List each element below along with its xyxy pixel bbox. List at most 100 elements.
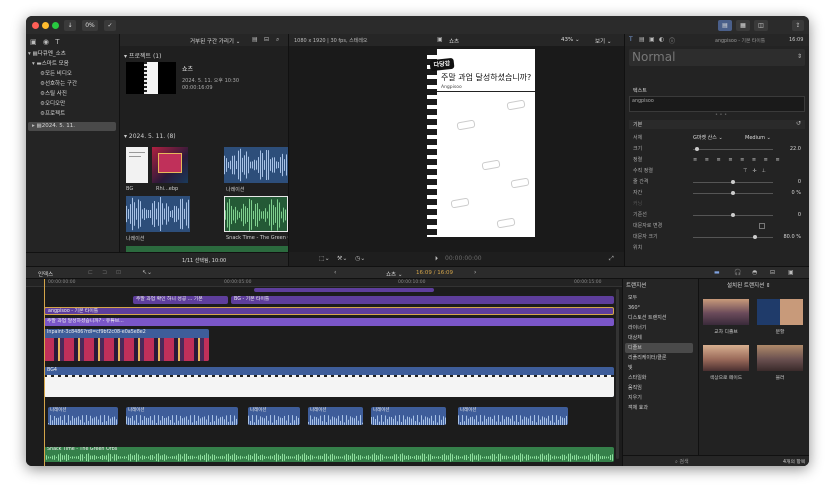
clip-thumbnail-narration[interactable] — [224, 147, 288, 183]
vertical-align-buttons[interactable]: ⊤✛⊥ — [743, 166, 771, 176]
title-clip-a[interactable]: 주말 과업 확인 하니 성공 ... 기본 — [133, 296, 228, 304]
tracking-value[interactable]: 0 % — [791, 188, 801, 198]
transition-category-item[interactable]: 지우기 — [625, 393, 693, 403]
music-clip[interactable]: Snack Time - The Green Orbs — [44, 447, 614, 462]
transition-thumb-fade-to-color[interactable] — [703, 345, 749, 371]
titles-icon[interactable]: T — [55, 38, 59, 46]
transition-category-item[interactable]: 스타일화 — [625, 373, 693, 383]
viewer-canvas[interactable]: 다당강 주말 과업 달성하셨습니까? Angpisoo — [427, 49, 535, 237]
baseline-knob[interactable] — [731, 213, 735, 217]
transition-category-item[interactable]: 모두 — [625, 293, 693, 303]
color-inspector-icon[interactable]: ◐ — [659, 36, 664, 43]
transition-thumb-blur[interactable] — [757, 345, 803, 371]
timeline-scrollbar[interactable] — [616, 289, 619, 459]
align-buttons[interactable]: ≡ ≡ ≡ ≡ ≡ ≡ ≡ ≡ — [693, 155, 783, 165]
sidebar-item-stills[interactable]: ⚙스틸 사진 — [40, 90, 130, 99]
settings-icon[interactable]: ⊟ — [264, 36, 269, 43]
reset-icon[interactable]: ↺ — [796, 120, 801, 127]
narration-audio-clip[interactable]: 나레이션 — [126, 407, 238, 425]
allcaps-size-knob[interactable] — [753, 235, 757, 239]
inspector-layout-icon[interactable]: ◫ — [754, 20, 768, 31]
solo-icon[interactable]: ◓ — [752, 269, 757, 276]
video-inspector-icon[interactable]: ▣ — [649, 36, 655, 43]
index-button[interactable]: 인덱스 — [38, 270, 53, 278]
line-spacing-value[interactable]: 0 — [798, 177, 801, 187]
transition-category-item[interactable]: 라이너기 — [625, 323, 693, 333]
sidebar-item-projects[interactable]: ⚙프로젝트 — [40, 110, 130, 119]
narration-audio-clip[interactable]: 나레이션 — [248, 407, 300, 425]
timeline-ruler[interactable]: 00:00:00:00 00:00:05:00 00:00:10:00 00:0… — [26, 279, 622, 287]
transition-category-item[interactable]: 움직임 — [625, 383, 693, 393]
search-icon[interactable]: ⌕ — [276, 36, 279, 44]
text-inspector-icon[interactable]: ▤ — [639, 36, 645, 43]
minimize-window-button[interactable] — [42, 22, 49, 29]
transition-category-item[interactable]: 디졸브 — [625, 343, 693, 353]
library-layout-icon[interactable]: ▤ — [718, 20, 732, 31]
headline-title-clip[interactable]: 주말 과업 달성하셨습니까? - 유튜브... — [44, 318, 614, 326]
transition-category-item[interactable]: 디스토션 트랜지션 — [625, 313, 693, 323]
more-dots[interactable]: • • • — [715, 112, 727, 118]
title-clip-top[interactable] — [254, 288, 434, 292]
installed-dropdown[interactable]: 설치된 트랜지션 ⇕ — [727, 281, 771, 289]
transitions-search[interactable]: ⌕ 검색 — [675, 458, 689, 465]
speed-icon[interactable]: ◷⌄ — [355, 255, 365, 262]
allcaps-size-slider[interactable] — [693, 237, 773, 238]
allcaps-size-value[interactable]: 80.0 % — [784, 232, 802, 242]
enhance-icon[interactable]: ⚒⌄ — [337, 255, 347, 262]
snapping-icon[interactable]: ⊟ — [770, 269, 775, 276]
skimming-icon[interactable]: ▬ — [714, 269, 720, 276]
insert-clip-icon[interactable]: ⊐ — [102, 269, 107, 276]
library-icon[interactable]: ▣ — [30, 38, 37, 46]
share-icon[interactable]: ⇪ — [792, 20, 804, 31]
transition-category-item[interactable]: 객체 효과 — [625, 403, 693, 413]
baseline-value[interactable]: 0 — [798, 210, 801, 220]
clip-thumbnail-rhino[interactable] — [152, 147, 188, 183]
clip-appearance-icon[interactable]: ▣ — [788, 269, 794, 276]
info-icon[interactable]: ⓘ — [669, 36, 675, 45]
audio-skimming-icon[interactable]: 🎧 — [734, 269, 741, 276]
event-section-header[interactable]: ▾ 2024. 5. 11. (8) — [124, 133, 176, 140]
tracking-knob[interactable] — [731, 191, 735, 195]
clip-thumbnail-narration-2[interactable] — [126, 196, 190, 232]
video-clip[interactable]: Inpaint-3c8486?rdl=cf9bf2c08-e0a5e8e2 — [44, 329, 209, 361]
size-slider-knob[interactable] — [695, 147, 699, 151]
fullscreen-icon[interactable]: ⤢ — [609, 255, 614, 263]
narration-audio-clip[interactable]: 나레이션 — [48, 407, 118, 425]
keywords-button[interactable]: 0% — [82, 20, 98, 31]
transform-icon[interactable]: ⬚⌄ — [319, 255, 330, 262]
sidebar-item-event[interactable]: ▸ ▦2024. 5. 11. — [28, 122, 116, 131]
filter-dropdown[interactable]: 거부된 구간 가리기 ⌄ — [190, 37, 240, 45]
photos-icon[interactable]: ◉ — [43, 38, 49, 46]
forward-arrow-icon[interactable]: › — [474, 269, 476, 276]
sidebar-item-favorites[interactable]: ⚙선호하는 구간 — [40, 80, 130, 89]
smart-collections-folder[interactable]: ▾ ▬스마트 모음 — [32, 60, 122, 69]
sidebar-item-audio[interactable]: ⚙오디오만 — [40, 100, 130, 109]
title-clip-b[interactable]: BG - 기본 타이틀 — [231, 296, 614, 304]
size-slider[interactable] — [693, 149, 773, 150]
bg-clip[interactable]: BG4 — [44, 367, 614, 397]
timeline-project-name[interactable]: 쇼츠 ⌄ — [386, 270, 402, 278]
font-dropdown[interactable]: G마켓 산스 ⌄ — [693, 133, 723, 143]
weight-dropdown[interactable]: Medium ⌄ — [745, 133, 771, 143]
allcaps-checkbox[interactable] — [759, 223, 765, 229]
transition-thumb-split[interactable] — [757, 299, 803, 325]
clip-thumbnail-music[interactable] — [224, 196, 288, 232]
narration-audio-clip[interactable]: 나레이션 — [458, 407, 568, 425]
project-thumbnail[interactable] — [126, 62, 176, 94]
selected-title-clip[interactable]: angpisoo - 기본 타이틀 — [44, 307, 614, 315]
grid-layout-icon[interactable]: ▦ — [736, 20, 750, 31]
title-inspector-icon[interactable]: T — [629, 36, 633, 43]
size-value[interactable]: 22.0 — [790, 144, 801, 154]
transition-category-item[interactable]: 360° — [625, 303, 693, 313]
select-tool-icon[interactable]: ↖⌄ — [142, 269, 152, 276]
clip-thumbnail-bg[interactable] — [126, 147, 148, 183]
basic-section-bar[interactable]: 기본 ↺ — [629, 120, 805, 129]
transition-thumb-cross-dissolve[interactable] — [703, 299, 749, 325]
narration-audio-clip[interactable]: 나레이션 — [371, 407, 446, 425]
transition-category-item[interactable]: 빛 — [625, 363, 693, 373]
connect-clip-icon[interactable]: ⊏ — [88, 269, 93, 276]
checkmark-icon[interactable]: ✓ — [104, 20, 116, 31]
projects-section-header[interactable]: ▾ 프로젝트 (1) — [124, 51, 161, 60]
narration-audio-clip[interactable]: 나레이션 — [308, 407, 363, 425]
text-field[interactable]: angpisoo — [629, 96, 805, 112]
